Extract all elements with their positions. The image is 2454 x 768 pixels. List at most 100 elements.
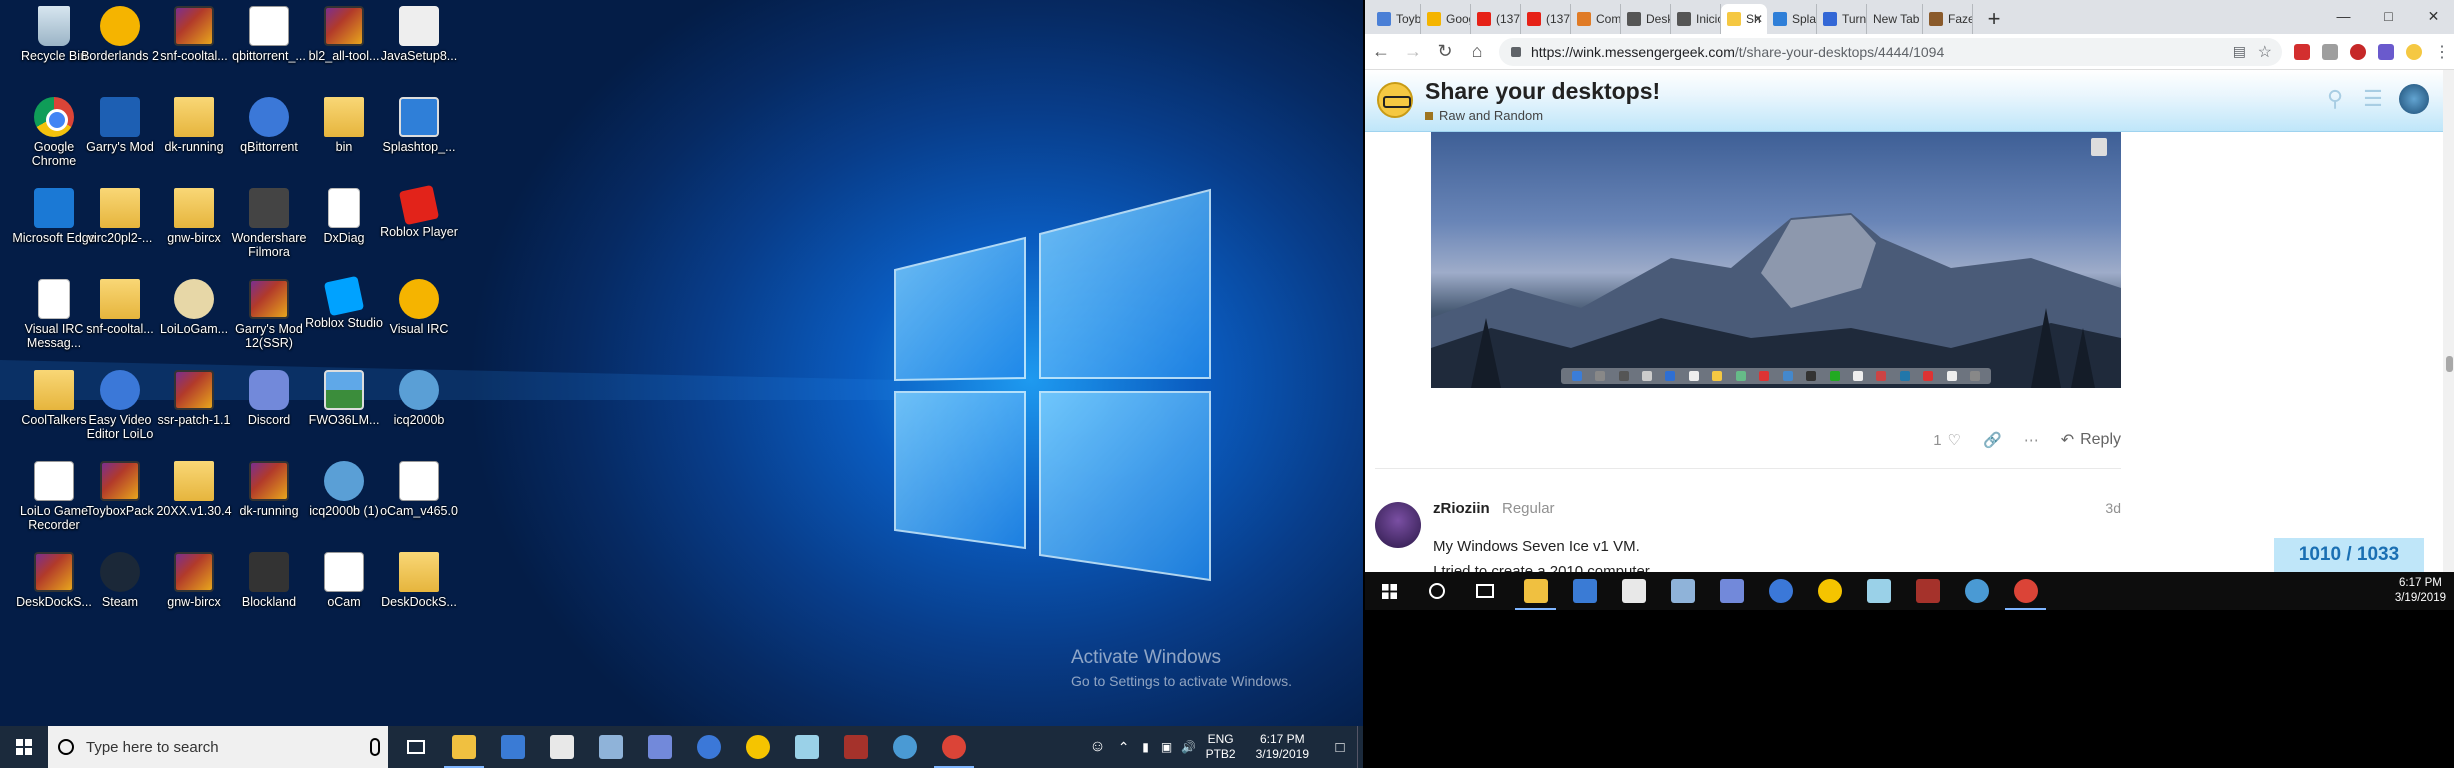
taskbar-app-button[interactable]	[734, 726, 782, 768]
browser-tab[interactable]: Comc	[1571, 4, 1621, 34]
task-view-button[interactable]	[392, 726, 440, 768]
desktop-icon[interactable]: Roblox Player	[375, 182, 463, 272]
extension-purple-icon[interactable]	[2372, 38, 2400, 66]
minimize-icon[interactable]: —	[2321, 0, 2366, 32]
taskbar-app-button[interactable]	[1658, 572, 1707, 610]
taskbar-app-button[interactable]	[1756, 572, 1805, 610]
desktop-icon[interactable]: oCam_v465.0	[375, 455, 463, 545]
network-icon[interactable]: ▣	[1156, 740, 1178, 754]
post-date[interactable]: 3d	[2071, 500, 2121, 516]
bookmark-star-icon[interactable]: ☆	[2258, 42, 2272, 62]
lock-icon[interactable]	[1511, 46, 1521, 57]
desktop-icon[interactable]: Splashtop_...	[375, 91, 463, 181]
browser-tab[interactable]: (1374	[1471, 4, 1521, 34]
post-author-avatar[interactable]	[1375, 502, 1421, 548]
page-scrollbar[interactable]	[2443, 70, 2454, 610]
taskbar-app-button[interactable]	[538, 726, 586, 768]
microphone-icon[interactable]	[370, 738, 380, 756]
people-icon[interactable]: ☺	[1084, 738, 1112, 756]
topic-progress-counter[interactable]: 1010 / 1033	[2274, 538, 2424, 572]
hamburger-menu-icon[interactable]: ☰	[2361, 86, 2385, 111]
user-avatar[interactable]	[2399, 84, 2429, 114]
translate-icon[interactable]: ▤	[2233, 43, 2246, 60]
winrar-icon	[324, 6, 364, 46]
start-button[interactable]	[1365, 572, 1413, 610]
taskbar-app-button[interactable]	[685, 726, 733, 768]
taskbar-app-button[interactable]	[489, 726, 537, 768]
taskbar-app-button[interactable]	[2001, 572, 2050, 610]
taskbar-app-button[interactable]	[1903, 572, 1952, 610]
home-icon[interactable]: ⌂	[1461, 36, 1493, 68]
browser-tab[interactable]: Goog	[1421, 4, 1471, 34]
taskbar-app-button[interactable]	[1805, 572, 1854, 610]
desktop-icon[interactable]: Visual IRC	[375, 273, 463, 363]
taskbar-app-button[interactable]	[1854, 572, 1903, 610]
browser-tab[interactable]: Inicio	[1671, 4, 1721, 34]
search-icon[interactable]: ⚲	[2323, 86, 2347, 111]
heart-icon[interactable]: ♡	[1948, 431, 1961, 449]
taskbar-search-box[interactable]: Type here to search	[48, 726, 388, 768]
start-button[interactable]	[0, 726, 48, 768]
desktop-icon-label: Roblox Player	[380, 225, 458, 239]
more-options-icon[interactable]: ⋯	[2024, 431, 2039, 449]
new-tab-button[interactable]: +	[1981, 4, 2007, 34]
browser-tab[interactable]: New Tab	[1867, 4, 1923, 34]
scrollbar-thumb[interactable]	[2446, 356, 2453, 372]
post-author-username[interactable]: zRioziin	[1433, 500, 1490, 517]
tab-close-icon[interactable]: ✕	[1753, 12, 1763, 26]
desktop-icon[interactable]: JavaSetup8...	[375, 0, 463, 90]
desktop-icon[interactable]: DeskDockS...	[375, 546, 463, 636]
volume-icon[interactable]: 🔊	[1178, 740, 1200, 754]
taskbar-app-button[interactable]	[881, 726, 929, 768]
forward-icon[interactable]: →	[1397, 36, 1429, 68]
extension-red-icon[interactable]	[2288, 38, 2316, 66]
extension-gray-icon[interactable]	[2316, 38, 2344, 66]
site-logo[interactable]	[1377, 82, 1413, 118]
topic-title[interactable]: Share your desktops!	[1425, 78, 1660, 105]
show-desktop-button[interactable]	[1357, 726, 1363, 768]
taskbar-app-button[interactable]	[440, 726, 488, 768]
browser-tab[interactable]: Sh ✕	[1721, 4, 1767, 34]
taskbar-app-button[interactable]	[783, 726, 831, 768]
taskbar-app-button[interactable]	[1511, 572, 1560, 610]
taskbar-app-button[interactable]	[1609, 572, 1658, 610]
taskbar-app-button[interactable]	[1560, 572, 1609, 610]
browser-tab[interactable]: Turn	[1817, 4, 1867, 34]
taskbar-app-button[interactable]	[636, 726, 684, 768]
clock[interactable]: 6:17 PM 3/19/2019	[1242, 732, 1323, 762]
tab-label: (1374	[1496, 12, 1521, 26]
chrome-icon	[2013, 579, 2038, 603]
desktop-icon[interactable]: icq2000b	[375, 364, 463, 454]
browser-tab[interactable]: Toybc	[1371, 4, 1421, 34]
reply-button[interactable]: ↶ Reply	[2061, 430, 2121, 450]
reload-icon[interactable]: ↻	[1429, 36, 1461, 68]
browser-tab[interactable]: Fazer	[1923, 4, 1973, 34]
menu-icon[interactable]: ⋮	[2428, 38, 2454, 66]
mac-dock	[1561, 368, 1991, 384]
action-center-icon[interactable]: □	[1323, 739, 1357, 756]
taskbar-app-button[interactable]	[1952, 572, 2001, 610]
battery-icon[interactable]: ▮	[1136, 740, 1156, 754]
maximize-icon[interactable]: □	[2366, 0, 2411, 32]
taskbar-app-button[interactable]	[930, 726, 978, 768]
taskbar-app-button[interactable]	[832, 726, 880, 768]
extension-yellow-icon[interactable]	[2400, 38, 2428, 66]
like-control[interactable]: 1 ♡	[1933, 431, 1961, 450]
clock[interactable]: 6:17 PM 3/19/2019	[2395, 576, 2446, 606]
show-hidden-icons-icon[interactable]: ⌃	[1112, 739, 1136, 756]
cortana-button[interactable]	[1413, 572, 1461, 610]
input-language[interactable]: ENG PTB2	[1200, 732, 1242, 762]
task-view-button[interactable]	[1461, 572, 1509, 610]
taskbar-app-button[interactable]	[587, 726, 635, 768]
taskbar-app-button[interactable]	[1707, 572, 1756, 610]
browser-tab[interactable]: Splas	[1767, 4, 1817, 34]
category-badge[interactable]: Raw and Random	[1425, 108, 1543, 123]
browser-tab[interactable]: (1377	[1521, 4, 1571, 34]
close-icon[interactable]: ✕	[2411, 0, 2454, 32]
share-link-icon[interactable]: 🔗	[1983, 431, 2002, 449]
post-screenshot-image[interactable]	[1431, 132, 2121, 388]
address-bar[interactable]: https://wink.messengergeek.com/t/share-y…	[1499, 37, 2282, 66]
back-icon[interactable]: ←	[1365, 36, 1397, 68]
extension-adblock-icon[interactable]	[2344, 38, 2372, 66]
browser-tab[interactable]: Deskt	[1621, 4, 1671, 34]
